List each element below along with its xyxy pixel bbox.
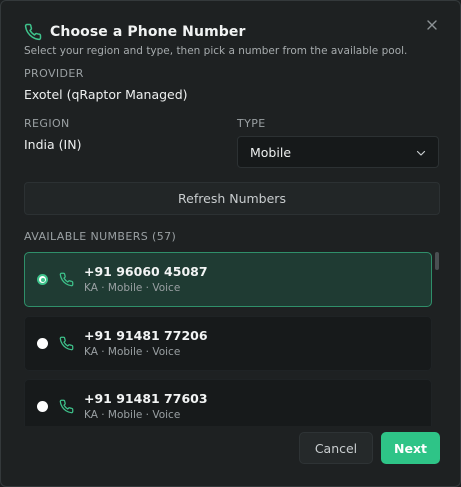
chevron-down-icon — [416, 150, 426, 156]
type-label: TYPE — [237, 117, 266, 130]
phone-icon — [24, 23, 42, 41]
phone-number: +91 91481 77206 — [84, 328, 208, 343]
radio-unselected[interactable] — [37, 401, 48, 412]
provider-value: Exotel (qRaptor Managed) — [24, 87, 188, 102]
next-button[interactable]: Next — [381, 432, 440, 464]
phone-icon — [59, 399, 74, 414]
number-meta: KA · Mobile · Voice — [84, 409, 181, 421]
dialog-title: Choose a Phone Number — [50, 24, 246, 40]
phone-icon — [59, 272, 74, 287]
number-option[interactable]: +91 96060 45087 KA · Mobile · Voice — [24, 252, 432, 307]
type-select-value: Mobile — [250, 144, 292, 160]
phone-number: +91 96060 45087 — [84, 264, 208, 279]
provider-label: PROVIDER — [24, 67, 84, 80]
number-meta: KA · Mobile · Voice — [84, 282, 181, 294]
refresh-numbers-button[interactable]: Refresh Numbers — [24, 182, 440, 215]
radio-unselected[interactable] — [37, 338, 48, 349]
cancel-button[interactable]: Cancel — [299, 432, 373, 464]
radio-selected[interactable] — [37, 274, 48, 285]
type-select[interactable]: Mobile — [237, 136, 439, 168]
list-scrollbar[interactable] — [435, 252, 439, 426]
region-value: India (IN) — [24, 137, 82, 152]
phone-number: +91 91481 77603 — [84, 391, 208, 406]
available-numbers-label: AVAILABLE NUMBERS (57) — [24, 230, 177, 243]
choose-phone-number-dialog: Choose a Phone Number Select your region… — [0, 0, 461, 487]
region-label: REGION — [24, 117, 70, 130]
close-icon[interactable] — [424, 17, 440, 33]
phone-icon — [59, 336, 74, 351]
number-option[interactable]: +91 91481 77603 KA · Mobile · Voice — [24, 379, 432, 426]
number-list: +91 96060 45087 KA · Mobile · Voice +91 … — [24, 252, 432, 426]
scrollbar-thumb[interactable] — [435, 252, 439, 270]
number-option[interactable]: +91 91481 77206 KA · Mobile · Voice — [24, 316, 432, 371]
dialog-subtitle: Select your region and type, then pick a… — [24, 45, 408, 57]
number-meta: KA · Mobile · Voice — [84, 346, 181, 358]
dialog-header: Choose a Phone Number — [24, 22, 245, 42]
